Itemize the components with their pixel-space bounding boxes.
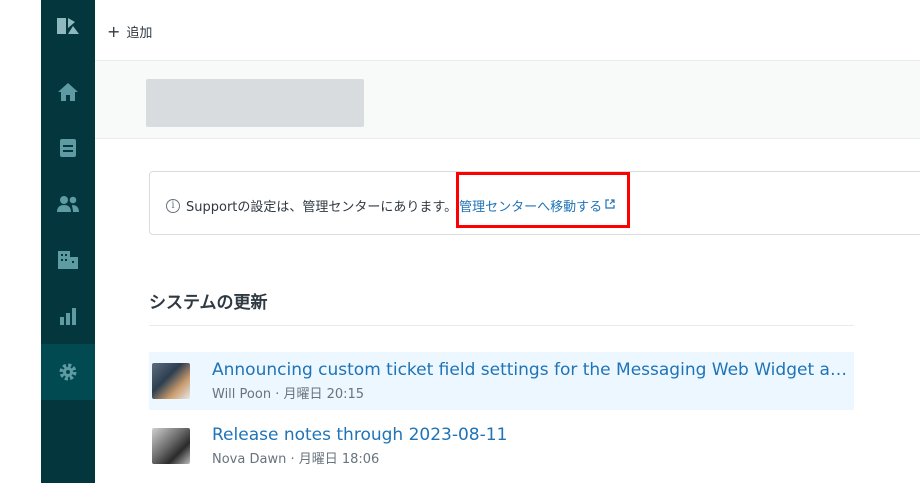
add-button-label: 追加 xyxy=(126,26,153,41)
update-meta: Nova Dawn · 月曜日 18:06 xyxy=(212,452,380,467)
sidebar-item-admin[interactable] xyxy=(41,344,95,400)
sidebar-item-reporting[interactable] xyxy=(41,288,95,344)
page-header xyxy=(95,61,920,139)
section-divider xyxy=(149,325,854,326)
system-updates-title: システムの更新 xyxy=(149,293,268,313)
info-icon: i xyxy=(166,198,180,213)
admin-center-notice: i Supportの設定は、管理センターにあります。 管理センターへ移動する xyxy=(149,171,920,235)
top-bar: + 追加 xyxy=(95,0,920,61)
home-icon xyxy=(57,82,79,102)
update-item[interactable]: Announcing custom ticket field settings … xyxy=(149,352,854,410)
building-icon xyxy=(57,250,79,270)
sidebar-item-home[interactable] xyxy=(41,64,95,120)
gear-icon xyxy=(58,362,78,382)
plus-icon: + xyxy=(107,22,121,41)
sidebar-item-views[interactable] xyxy=(41,120,95,176)
update-meta: Will Poon · 月曜日 20:15 xyxy=(212,387,365,402)
author-avatar xyxy=(152,428,190,464)
update-title[interactable]: Release notes through 2023-08-11 xyxy=(212,425,507,445)
page-title-placeholder xyxy=(146,79,364,127)
inbox-icon xyxy=(59,138,77,158)
admin-center-link[interactable]: 管理センターへ移動する xyxy=(459,196,615,215)
zendesk-logo-icon[interactable] xyxy=(41,0,95,52)
people-icon xyxy=(56,195,80,213)
left-gutter xyxy=(0,0,41,483)
bar-chart-icon xyxy=(58,307,78,325)
notice-text: Supportの設定は、管理センターにあります。 xyxy=(186,200,458,215)
update-title[interactable]: Announcing custom ticket field settings … xyxy=(212,360,852,380)
update-item[interactable]: Release notes through 2023-08-11 Nova Da… xyxy=(149,417,854,475)
sidebar-item-organizations[interactable] xyxy=(41,232,95,288)
author-avatar xyxy=(152,363,190,399)
sidebar xyxy=(41,0,95,483)
add-button[interactable]: + 追加 xyxy=(107,22,153,42)
admin-center-link-label: 管理センターへ移動する xyxy=(459,200,603,215)
sidebar-item-customers[interactable] xyxy=(41,176,95,232)
external-link-icon xyxy=(605,198,615,213)
